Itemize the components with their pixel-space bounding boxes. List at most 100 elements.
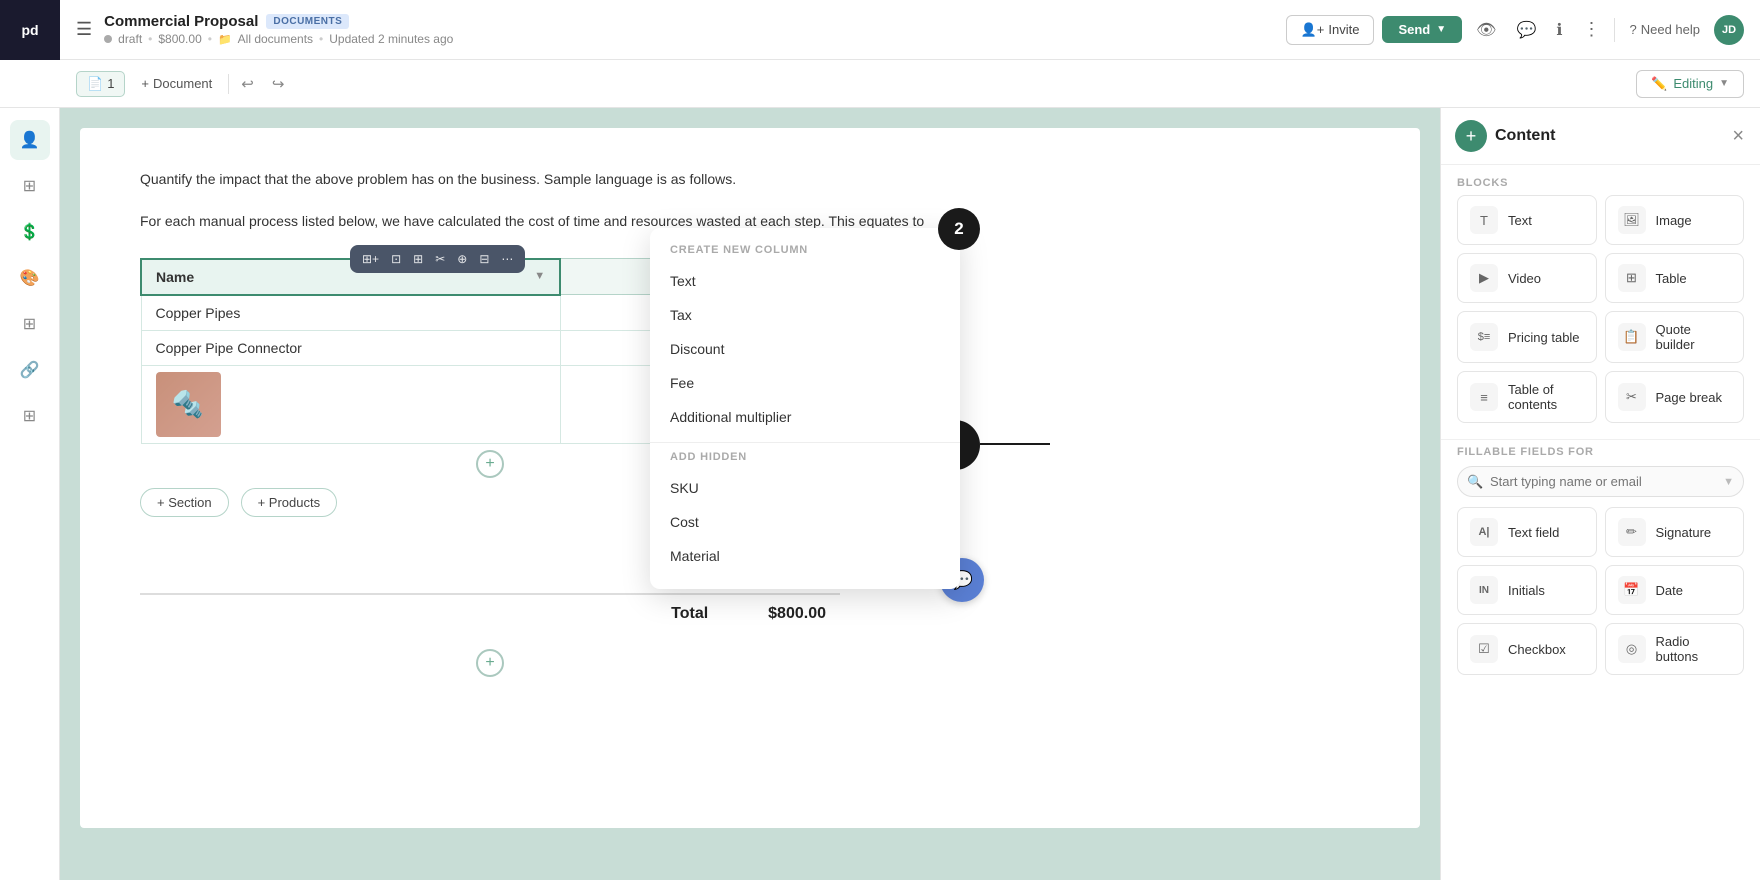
folder-icon: 📁 xyxy=(218,33,232,46)
more-button[interactable]: ⋮ xyxy=(1576,15,1606,44)
block-video[interactable]: ▶ Video xyxy=(1457,253,1597,303)
page-indicator[interactable]: 📄 1 xyxy=(76,71,125,97)
field-radio[interactable]: ◎ Radio buttons xyxy=(1605,623,1745,675)
menu-item-discount[interactable]: Discount xyxy=(650,332,960,366)
field-date[interactable]: 📅 Date xyxy=(1605,565,1745,615)
field-checkbox[interactable]: ☑ Checkbox xyxy=(1457,623,1597,675)
sidebar-money-icon[interactable]: 💲 xyxy=(10,212,50,252)
sidebar-apps-icon[interactable]: ⊞ xyxy=(10,396,50,436)
pencil-icon: ✏️ xyxy=(1651,76,1667,92)
editing-dropdown-icon: ▼ xyxy=(1719,78,1729,89)
video-block-label: Video xyxy=(1508,271,1541,286)
doc-badge: DOCUMENTS xyxy=(266,14,349,29)
fillable-search-input[interactable] xyxy=(1457,466,1744,497)
video-block-icon: ▶ xyxy=(1470,264,1498,292)
sidebar-blocks-icon[interactable]: ⊞ xyxy=(10,166,50,206)
col-cut-btn[interactable]: ✂ xyxy=(431,250,449,268)
help-button[interactable]: ? Need help xyxy=(1623,18,1706,41)
invite-icon: 👤+ xyxy=(1301,22,1325,38)
signature-label: Signature xyxy=(1656,525,1712,540)
sidebar-palette-icon[interactable]: 🎨 xyxy=(10,258,50,298)
doc-updated: Updated 2 minutes ago xyxy=(329,32,453,46)
text-block-label: Text xyxy=(1508,213,1532,228)
image-block-label: Image xyxy=(1656,213,1692,228)
text-field-icon: A| xyxy=(1470,518,1498,546)
doc-title: Commercial Proposal xyxy=(104,13,258,30)
initials-icon: IN xyxy=(1470,576,1498,604)
menu-item-sku[interactable]: SKU xyxy=(650,471,960,505)
menu-item-fee[interactable]: Fee xyxy=(650,366,960,400)
info-button[interactable]: ℹ xyxy=(1550,16,1568,44)
doc-location: All documents xyxy=(238,32,313,46)
col-select-btn[interactable]: ⊡ xyxy=(387,250,405,268)
field-signature[interactable]: ✏ Signature xyxy=(1605,507,1745,557)
field-initials[interactable]: IN Initials xyxy=(1457,565,1597,615)
menu-item-text[interactable]: Text xyxy=(650,264,960,298)
fillable-fields-label: FILLABLE FIELDS FOR xyxy=(1441,439,1760,466)
menu-item-additional-multiplier[interactable]: Additional multiplier xyxy=(650,400,960,434)
search-icon: 🔍 xyxy=(1467,474,1483,490)
sidebar-link-icon[interactable]: 🔗 xyxy=(10,350,50,390)
page-break-icon: ✂ xyxy=(1618,383,1646,411)
image-block-icon: 🖼 xyxy=(1618,206,1646,234)
panel-add-button[interactable]: + xyxy=(1455,120,1487,152)
field-text[interactable]: A| Text field xyxy=(1457,507,1597,557)
invite-button[interactable]: 👤+ Invite xyxy=(1286,15,1375,45)
blocks-section-label: BLOCKS xyxy=(1441,165,1760,195)
eye-button[interactable]: 👁 xyxy=(1470,16,1502,44)
menu-item-cost[interactable]: Cost xyxy=(650,505,960,539)
col-grid-btn[interactable]: ⊞ xyxy=(409,250,427,268)
radio-label: Radio buttons xyxy=(1656,634,1732,664)
col-layout-btn[interactable]: ⊟ xyxy=(475,250,493,268)
bottom-add-button[interactable]: + xyxy=(140,649,840,677)
status-dot xyxy=(104,35,112,43)
block-toc[interactable]: ≡ Table of contents xyxy=(1457,371,1597,423)
help-icon: ? xyxy=(1629,22,1636,37)
add-products-button[interactable]: + Products xyxy=(241,488,338,517)
context-menu: 2 CREATE NEW COLUMN Text Tax Discount Fe… xyxy=(650,228,960,589)
send-button[interactable]: Send ▼ xyxy=(1382,16,1462,43)
text-field-label: Text field xyxy=(1508,525,1559,540)
hamburger-button[interactable]: ☰ xyxy=(64,15,104,44)
step-2-badge: 2 xyxy=(938,208,980,250)
comment-button[interactable]: 💬 xyxy=(1510,16,1542,44)
toc-icon: ≡ xyxy=(1470,383,1498,411)
panel-close-button[interactable]: × xyxy=(1730,123,1746,150)
block-text[interactable]: T Text xyxy=(1457,195,1597,245)
add-hidden-header: ADD HIDDEN xyxy=(650,451,960,471)
menu-item-tax[interactable]: Tax xyxy=(650,298,960,332)
total-row: Total $800.00 xyxy=(140,593,840,633)
quote-builder-icon: 📋 xyxy=(1618,323,1646,351)
add-section-button[interactable]: + Section xyxy=(140,488,229,517)
redo-button[interactable]: ↪ xyxy=(266,71,291,97)
doc-price: $800.00 xyxy=(158,32,201,46)
create-new-column-header: CREATE NEW COLUMN xyxy=(650,244,960,264)
menu-item-material[interactable]: Material xyxy=(650,539,960,573)
search-dropdown-icon: ▼ xyxy=(1723,476,1734,488)
col-more-btn[interactable]: ⋯ xyxy=(497,250,517,268)
col-add-btn[interactable]: ⊞+ xyxy=(358,250,383,268)
pricing-table-icon: $≡ xyxy=(1470,323,1498,351)
table-block-icon: ⊞ xyxy=(1618,264,1646,292)
block-pricing-table[interactable]: $≡ Pricing table xyxy=(1457,311,1597,363)
pricing-table-label: Pricing table xyxy=(1508,330,1580,345)
col-insert-btn[interactable]: ⊕ xyxy=(453,250,471,268)
block-quote-builder[interactable]: 📋 Quote builder xyxy=(1605,311,1745,363)
sidebar-grid-icon[interactable]: ⊞ xyxy=(10,304,50,344)
panel-title: Content xyxy=(1495,127,1722,145)
avatar: JD xyxy=(1714,15,1744,45)
block-table[interactable]: ⊞ Table xyxy=(1605,253,1745,303)
block-image[interactable]: 🖼 Image xyxy=(1605,195,1745,245)
sidebar-page-icon[interactable]: 👤 xyxy=(10,120,50,160)
initials-label: Initials xyxy=(1508,583,1545,598)
block-page-break[interactable]: ✂ Page break xyxy=(1605,371,1745,423)
date-icon: 📅 xyxy=(1618,576,1646,604)
text-block-icon: T xyxy=(1470,206,1498,234)
page-break-label: Page break xyxy=(1656,390,1723,405)
add-document-button[interactable]: + Document xyxy=(131,72,222,95)
table-block-label: Table xyxy=(1656,271,1687,286)
doc-status: draft xyxy=(118,32,142,46)
editing-mode-button[interactable]: ✏️ Editing ▼ xyxy=(1636,70,1744,98)
undo-button[interactable]: ↩ xyxy=(235,71,260,97)
signature-icon: ✏ xyxy=(1618,518,1646,546)
